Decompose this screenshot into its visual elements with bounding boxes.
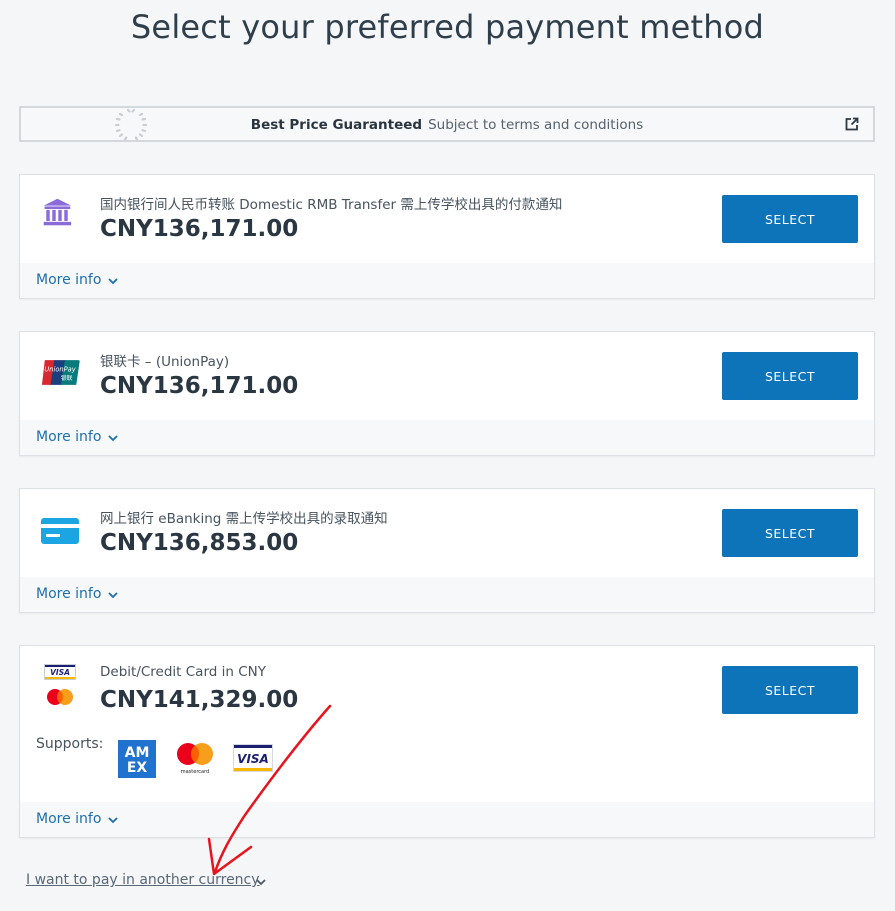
banner-terms-text: Subject to terms and conditions bbox=[428, 117, 644, 133]
more-info-link[interactable]: More info bbox=[36, 811, 101, 827]
supports-label: Supports: bbox=[36, 736, 104, 752]
mastercard-small-logo bbox=[47, 689, 73, 705]
select-button[interactable]: SELECT bbox=[722, 666, 858, 714]
visa-mastercard-icon: VISA bbox=[44, 664, 76, 712]
method-price: CNY136,171.00 bbox=[100, 216, 299, 242]
other-currency-link[interactable]: I want to pay in another currency bbox=[26, 872, 260, 888]
method-price: CNY136,171.00 bbox=[100, 373, 299, 399]
banner-text: Best Price Guaranteed Subject to terms an… bbox=[21, 117, 873, 133]
more-info-toggle[interactable]: More info bbox=[20, 577, 874, 612]
method-label: 银联卡 – (UnionPay) bbox=[100, 354, 230, 370]
unionpay-icon: UnionPay 银联 bbox=[41, 360, 80, 385]
amex-top-text: AM bbox=[125, 745, 150, 761]
method-label: 网上银行 eBanking 需上传学校出具的录取通知 bbox=[100, 511, 388, 527]
page-title: Select your preferred payment method bbox=[130, 8, 765, 46]
method-label: Debit/Credit Card in CNY bbox=[100, 664, 266, 680]
visa-logo: VISA bbox=[233, 744, 273, 772]
banner-bold-text: Best Price Guaranteed bbox=[250, 117, 423, 133]
chevron-down-icon bbox=[108, 435, 118, 442]
visa-small-text: VISA bbox=[50, 668, 70, 677]
visa-text: VISA bbox=[237, 752, 269, 766]
chevron-down-icon bbox=[108, 817, 118, 824]
best-price-banner[interactable]: Best Price Guaranteed Subject to terms an… bbox=[19, 106, 875, 142]
more-info-toggle[interactable]: More info bbox=[20, 263, 874, 298]
amex-bottom-text: EX bbox=[127, 760, 148, 776]
method-label: 国内银行间人民币转账 Domestic RMB Transfer 需上传学校出具… bbox=[100, 197, 563, 213]
payment-method-ebanking: 网上银行 eBanking 需上传学校出具的录取通知 CNY136,853.00… bbox=[19, 488, 875, 613]
payment-method-card-cny: VISA Debit/Credit Card in CNY CNY141,329… bbox=[19, 645, 875, 838]
bank-icon bbox=[43, 198, 72, 226]
visa-small-logo: VISA bbox=[44, 664, 76, 680]
external-link-icon[interactable] bbox=[845, 117, 859, 131]
chevron-down-icon[interactable] bbox=[256, 879, 266, 886]
more-info-toggle[interactable]: More info bbox=[20, 802, 874, 837]
more-info-link[interactable]: More info bbox=[36, 586, 101, 602]
unionpay-logo-text: UnionPay bbox=[44, 366, 76, 374]
select-button[interactable]: SELECT bbox=[722, 509, 858, 557]
chevron-down-icon bbox=[108, 278, 118, 285]
chevron-down-icon bbox=[108, 592, 118, 599]
mastercard-logo: mastercard bbox=[177, 743, 213, 775]
more-info-link[interactable]: More info bbox=[36, 429, 101, 445]
select-button[interactable]: SELECT bbox=[722, 195, 858, 243]
card-icon bbox=[41, 518, 79, 544]
select-button[interactable]: SELECT bbox=[722, 352, 858, 400]
mastercard-text: mastercard bbox=[181, 769, 209, 775]
payment-method-unionpay: UnionPay 银联 银联卡 – (UnionPay) CNY136,171.… bbox=[19, 331, 875, 456]
method-price: CNY141,329.00 bbox=[100, 687, 299, 713]
more-info-link[interactable]: More info bbox=[36, 272, 101, 288]
method-price: CNY136,853.00 bbox=[100, 530, 299, 556]
more-info-toggle[interactable]: More info bbox=[20, 420, 874, 455]
amex-logo: AM EX bbox=[118, 740, 156, 778]
unionpay-logo-cn: 银联 bbox=[61, 374, 73, 382]
payment-method-domestic-rmb: 国内银行间人民币转账 Domestic RMB Transfer 需上传学校出具… bbox=[19, 174, 875, 299]
